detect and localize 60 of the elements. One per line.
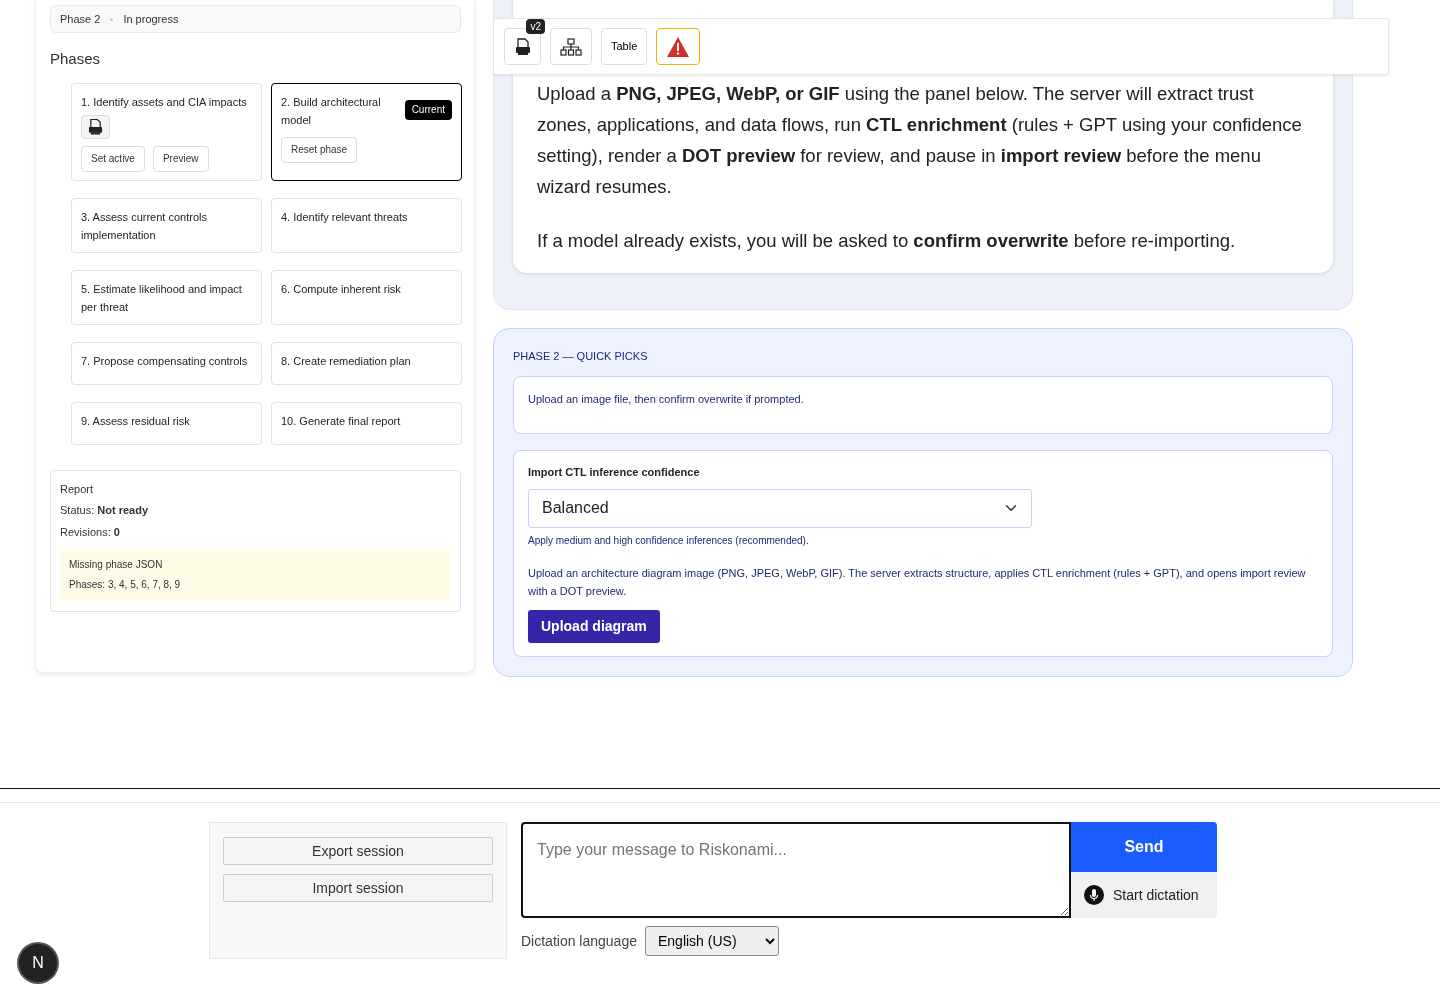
report-title: Report [60,481,95,497]
phase-action-button[interactable]: Set active [81,145,145,172]
phase-title: 6. Compute inherent risk [281,281,401,297]
field-help: Apply medium and high confidence inferences (recommended). [528,533,810,548]
field-label: Import CTL inference confidence [528,465,701,480]
phase-card[interactable]: 7. Propose compensating controls [71,341,262,385]
phase-card[interactable]: 3. Assess current controls implementation [71,197,262,253]
message-input[interactable]: Type your message to Riskonami... [521,822,1071,918]
phase-title: 3. Assess current controls implementation [81,209,208,243]
phase-action-button[interactable]: Reset phase [281,136,358,163]
session-button[interactable]: Export session [223,837,493,865]
json-file-icon [514,37,531,56]
phase-card[interactable]: 8. Create remediation plan [271,341,462,385]
user-avatar[interactable]: N [19,944,57,982]
phase-label: Phase 2 [60,11,101,27]
intro-paragraph: If a model already exists, you will be asked to confirm overwrite before re-importing. [537,229,1237,253]
current-badge: Current [404,99,452,120]
section-heading: Phases [50,49,102,69]
confidence-select[interactable]: Balanced [528,488,1032,528]
send-button[interactable]: Send [1071,822,1217,872]
phase-card[interactable]: 4. Identify relevant threats [271,197,462,253]
upload-description: Upload an architecture diagram image (PNG, JPEG, WebP, GIF). The server extracts structure, applies CTL enrichment (rules + GPT), and opens import review with a DOT preview. [528,565,1307,599]
phase-card[interactable]: 5. Estimate likelihood and impact per threat [71,269,262,325]
phase-status: In progress [123,11,179,27]
version-badge: v2 [526,19,545,34]
warning-detail: Phases: 3, 4, 5, 6, 7, 8, 9 [69,578,182,592]
phase-action-button[interactable]: Preview [152,145,209,172]
dictation-button[interactable]: Start dictation [1071,872,1217,918]
json-download-button[interactable] [81,114,110,139]
phase-card[interactable]: 9. Assess residual risk [71,401,262,445]
phase-title: 2. Build architectural model [281,94,382,128]
warning-icon [666,35,691,58]
phase-card[interactable]: 6. Compute inherent risk [271,269,462,325]
json-file-icon [88,117,103,136]
report-revisions: Revisions: 0 [60,524,121,540]
intro-paragraph: Upload a PNG, JPEG, WebP, or GIF using the panel below. The server will extract trust zones, applications, and data flows, run CTL enrichment (rules + GPT using your confidence setting), render a DOT preview for review, and pause in import review before the menu wizard resumes. [537,82,1303,199]
upload-button[interactable]: Upload diagram [528,609,660,643]
phase-card[interactable]: 2. Build architectural model Current Reset phase [271,82,462,181]
report-status: Status: Not ready [60,503,150,518]
phase-title: 10. Generate final report [281,413,401,429]
diagram-view-button[interactable] [550,28,592,65]
field-label: Dictation language [521,931,637,951]
hint-text: Upload an image file, then confirm overwrite if prompted. [528,392,804,405]
phase-title: 8. Create remediation plan [281,353,411,369]
phase-title: 5. Estimate likelihood and impact per threat [81,281,243,315]
warning-button[interactable] [656,28,701,65]
phase-title: 9. Assess residual risk [81,413,190,429]
microphone-icon [1084,885,1104,905]
phase-card[interactable]: 10. Generate final report [271,401,462,445]
panel-title: PHASE 2 — QUICK PICKS [513,349,649,364]
session-button[interactable]: Import session [223,874,493,902]
language-select[interactable]: English (US) [645,926,779,956]
phase-title: 1. Identify assets and CIA impacts [81,94,247,110]
phase-title: 7. Propose compensating controls [81,353,248,369]
phase-title: 4. Identify relevant threats [281,209,408,225]
warning-title: Missing phase JSON [69,558,164,572]
json-export-button[interactable] [504,28,541,65]
phase-card[interactable]: 1. Identify assets and CIA impacts Set active Preview [71,82,262,181]
table-view-button[interactable]: Table [601,28,648,65]
hierarchy-icon [560,37,582,56]
